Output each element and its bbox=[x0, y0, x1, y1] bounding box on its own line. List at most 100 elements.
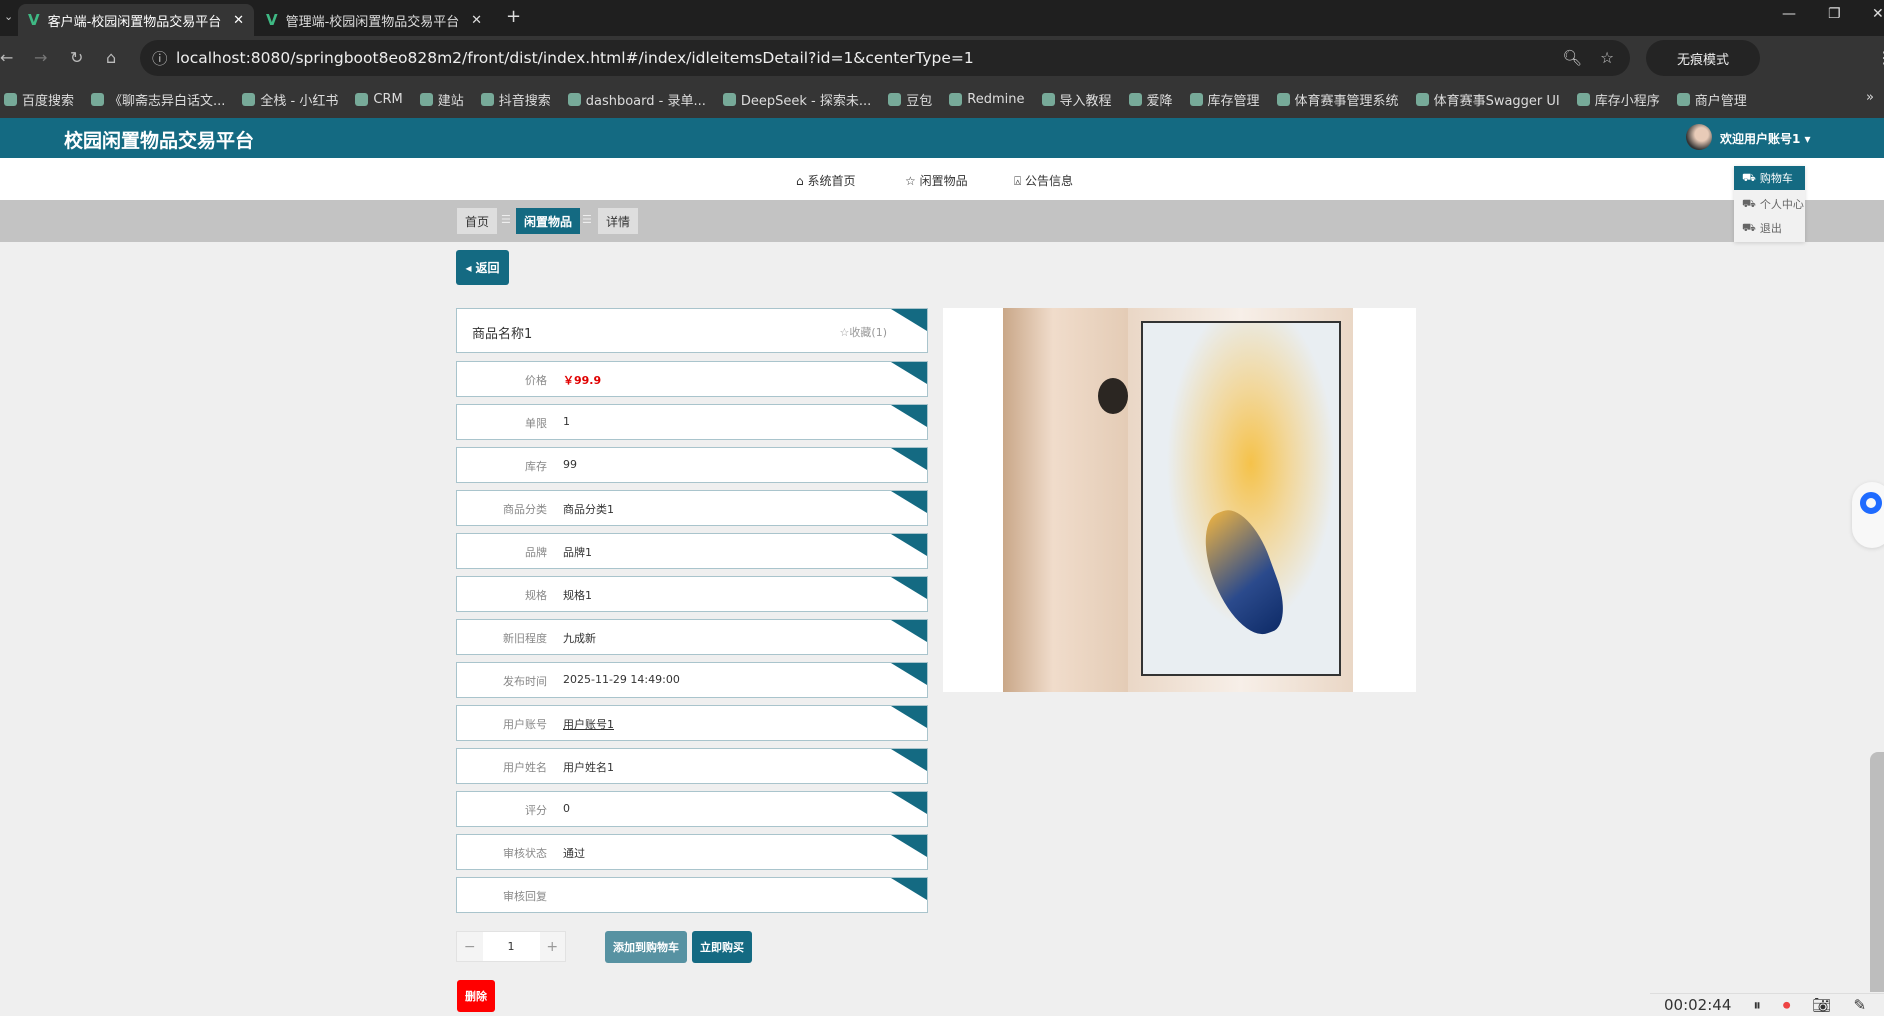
corner-decoration bbox=[891, 534, 927, 556]
tab-list-icon[interactable]: ⌄ bbox=[4, 10, 13, 23]
breadcrumb-idle-items[interactable]: 闲置物品 bbox=[516, 208, 581, 234]
menu-label: 退出 bbox=[1759, 222, 1782, 235]
pause-icon[interactable]: ⏸ bbox=[1753, 996, 1761, 1014]
menu-label: 购物车 bbox=[1759, 172, 1793, 185]
nav-idle-items[interactable]: ☆ 闲置物品 bbox=[905, 172, 968, 189]
back-button[interactable]: ◂ 返回 bbox=[456, 250, 509, 285]
url-text: localhost:8080/springboot8eo828m2/front/… bbox=[176, 49, 974, 67]
bookmark-item[interactable]: dashboard - 录单... bbox=[567, 90, 706, 109]
detail-row: 商品分类 商品分类1 bbox=[456, 490, 928, 526]
menu-item-profile[interactable]: ⛟ 个人中心 bbox=[1734, 192, 1805, 216]
bookmark-item[interactable]: Redmine bbox=[949, 92, 1025, 107]
bookmark-item[interactable]: 体育赛事管理系统 bbox=[1276, 90, 1399, 109]
field-label: 发布时间 bbox=[503, 675, 547, 688]
minimize-icon[interactable]: — bbox=[1782, 6, 1796, 22]
site-info-icon[interactable]: ⓘ bbox=[152, 47, 168, 69]
nav-label: 系统首页 bbox=[807, 174, 856, 188]
decrease-button[interactable]: − bbox=[457, 932, 483, 961]
bookmark-label: 豆包 bbox=[906, 93, 933, 109]
bookmark-item[interactable]: 商户管理 bbox=[1676, 90, 1747, 109]
bookmark-item[interactable]: DeepSeek - 探索未... bbox=[722, 90, 871, 109]
field-value: 用户姓名1 bbox=[563, 761, 614, 774]
url-input[interactable]: ⓘ localhost:8080/springboot8eo828m2/front… bbox=[140, 40, 1630, 76]
tab-admin[interactable]: V 管理端-校园闲置物品交易平台 ✕ bbox=[256, 4, 492, 36]
quantity-input[interactable]: 1 bbox=[482, 932, 540, 961]
menu-item-logout[interactable]: ⛟ 退出 bbox=[1734, 216, 1805, 240]
corner-decoration bbox=[891, 878, 927, 900]
add-to-cart-button[interactable]: 添加到购物车 bbox=[605, 931, 687, 963]
zoom-icon[interactable]: 🔍︎ bbox=[1562, 49, 1582, 67]
bookmark-label: 库存小程序 bbox=[1594, 93, 1660, 109]
field-label: 新旧程度 bbox=[503, 632, 547, 645]
delete-button[interactable]: 删除 bbox=[457, 980, 495, 1012]
field-value: 99 bbox=[563, 458, 577, 471]
breadcrumb-separator: ☰ bbox=[501, 213, 511, 226]
back-label: 返回 bbox=[475, 261, 500, 275]
favorite-button[interactable]: ☆收藏(1) bbox=[840, 324, 887, 340]
camera-icon[interactable]: 📷︎ bbox=[1812, 996, 1831, 1014]
bookmark-item[interactable]: 《聊斋志异白话文... bbox=[91, 90, 225, 109]
avatar[interactable] bbox=[1686, 124, 1712, 150]
field-label: 审核状态 bbox=[503, 847, 547, 860]
nav-notices[interactable]: ⍓ 公告信息 bbox=[1014, 172, 1073, 189]
bookmark-favicon bbox=[567, 92, 581, 106]
bookmark-item[interactable]: 豆包 bbox=[888, 90, 932, 109]
field-value: 规格1 bbox=[563, 589, 592, 602]
menu-item-cart[interactable]: ⛟ 购物车 bbox=[1734, 166, 1805, 190]
site-title: 校园闲置物品交易平台 bbox=[64, 130, 255, 152]
close-tab-icon[interactable]: ✕ bbox=[471, 13, 482, 28]
bookmark-item[interactable]: 抖音搜索 bbox=[480, 90, 551, 109]
bookmark-favicon bbox=[888, 92, 902, 106]
nav-home[interactable]: ⌂ 系统首页 bbox=[796, 172, 855, 189]
field-value[interactable]: 用户账号1 bbox=[563, 716, 614, 732]
browser-tab-bar: ⌄ V 客户端-校园闲置物品交易平台 ✕ V 管理端-校园闲置物品交易平台 ✕ + — … bbox=[0, 0, 1884, 36]
detail-row: 审核状态 通过 bbox=[456, 834, 928, 870]
vue-icon: V bbox=[266, 11, 278, 29]
stop-icon[interactable]: ⏺ bbox=[1783, 996, 1791, 1014]
back-icon[interactable]: ← bbox=[0, 48, 13, 67]
incognito-badge[interactable]: 无痕模式 bbox=[1646, 40, 1760, 76]
bookmark-item[interactable]: 库存小程序 bbox=[1576, 90, 1660, 109]
bookmark-favicon bbox=[1041, 92, 1055, 106]
bookmark-item[interactable]: 建站 bbox=[419, 90, 464, 109]
floating-assistant-widget[interactable] bbox=[1852, 482, 1884, 548]
assistant-icon bbox=[1860, 492, 1882, 514]
bookmark-item[interactable]: 爱降 bbox=[1128, 90, 1173, 109]
increase-button[interactable]: + bbox=[540, 932, 566, 961]
bookmark-label: 体育赛事Swagger UI bbox=[1433, 93, 1560, 109]
corner-decoration bbox=[891, 405, 927, 427]
more-bookmarks-icon[interactable]: » bbox=[1866, 90, 1874, 105]
pen-icon[interactable]: ✎ bbox=[1853, 996, 1866, 1014]
forward-icon[interactable]: → bbox=[34, 48, 47, 67]
user-menu-toggle[interactable]: 欢迎用户账号1 ▾ bbox=[1720, 130, 1811, 147]
detail-row: 用户姓名 用户姓名1 bbox=[456, 748, 928, 784]
bookmark-label: 爱降 bbox=[1146, 93, 1173, 109]
side-toolbar bbox=[1870, 752, 1884, 992]
restore-icon[interactable]: ❐ bbox=[1828, 6, 1841, 22]
tab-client[interactable]: V 客户端-校园闲置物品交易平台 ✕ bbox=[18, 4, 254, 36]
bookmark-favicon bbox=[1415, 92, 1429, 106]
bookmark-item[interactable]: 百度搜索 bbox=[4, 90, 74, 109]
quantity-stepper: − 1 + bbox=[456, 931, 566, 962]
field-value: 品牌1 bbox=[563, 546, 592, 559]
bookmark-favicon bbox=[4, 92, 17, 106]
breadcrumb-separator: ☰ bbox=[582, 213, 592, 226]
close-window-icon[interactable]: ✕ bbox=[1872, 6, 1884, 22]
new-tab-icon[interactable]: + bbox=[506, 6, 521, 27]
bookmark-item[interactable]: 全栈 - 小红书 bbox=[242, 90, 338, 109]
breadcrumb-home[interactable]: 首页 bbox=[457, 208, 498, 234]
corner-decoration bbox=[891, 663, 927, 685]
bookmark-item[interactable]: 库存管理 bbox=[1189, 90, 1260, 109]
close-tab-icon[interactable]: ✕ bbox=[233, 13, 244, 28]
bookmark-item[interactable]: CRM bbox=[355, 92, 403, 107]
home-icon[interactable]: ⌂ bbox=[106, 48, 116, 67]
bookmark-favicon bbox=[1189, 92, 1203, 106]
reload-icon[interactable]: ↻ bbox=[70, 48, 83, 67]
bookmark-item[interactable]: 体育赛事Swagger UI bbox=[1415, 90, 1560, 109]
bookmark-favicon bbox=[1276, 92, 1290, 106]
field-label: 规格 bbox=[525, 589, 547, 602]
bookmark-star-icon[interactable]: ☆ bbox=[1600, 49, 1614, 67]
bookmark-item[interactable]: 导入教程 bbox=[1041, 90, 1112, 109]
menu-icon[interactable]: ⋮ bbox=[1876, 48, 1884, 67]
buy-now-button[interactable]: 立即购买 bbox=[692, 931, 752, 963]
